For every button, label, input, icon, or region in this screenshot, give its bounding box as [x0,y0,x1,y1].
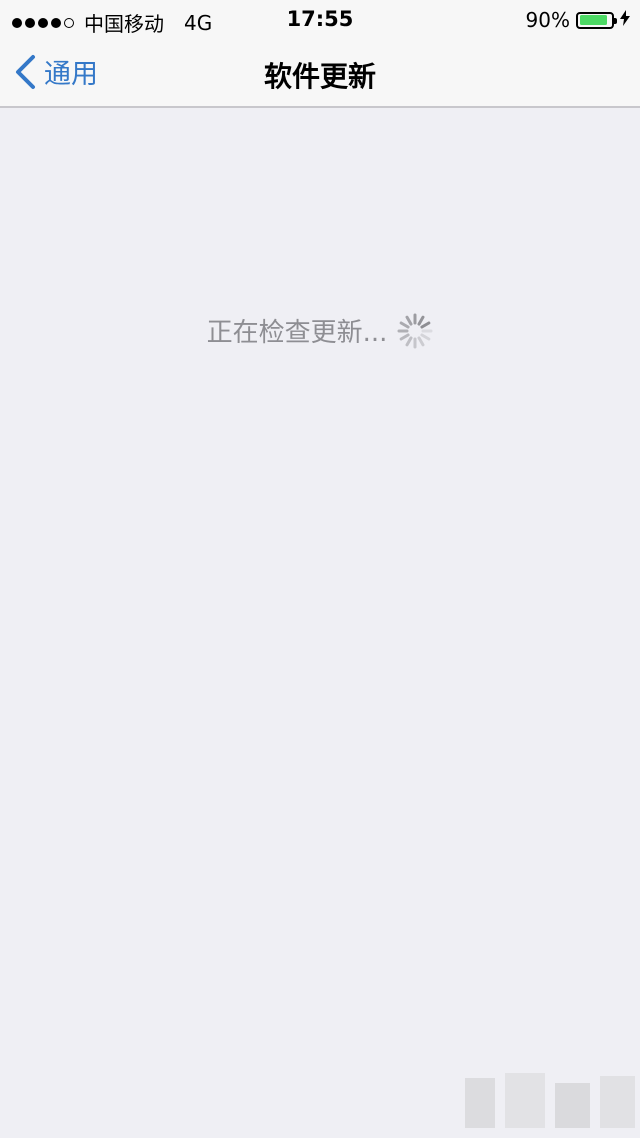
spinner-spoke [417,335,425,346]
spinner-spoke [405,315,413,326]
status-bar: 中国移动 4G 17:55 90% [0,0,640,40]
spinner-spoke [420,321,431,328]
status-right: 90% [526,8,630,32]
checking-status: 正在检查更新... [0,312,640,349]
spinner-spoke [400,333,410,340]
page-title: 软件更新 [263,60,376,93]
battery-icon [576,11,617,29]
bolt-icon [620,10,630,30]
battery-fill [579,15,608,25]
navigation-bar: 通用 软件更新 [0,40,640,108]
spinner-spoke [417,315,425,326]
watermark-image [465,1073,635,1128]
spinner-spoke [405,335,413,346]
spinner-spoke [400,321,410,328]
activity-spinner-icon [397,313,433,349]
checking-text: 正在检查更新... [206,318,388,348]
battery-percentage: 90% [525,8,570,32]
spinner-spoke [420,333,431,340]
